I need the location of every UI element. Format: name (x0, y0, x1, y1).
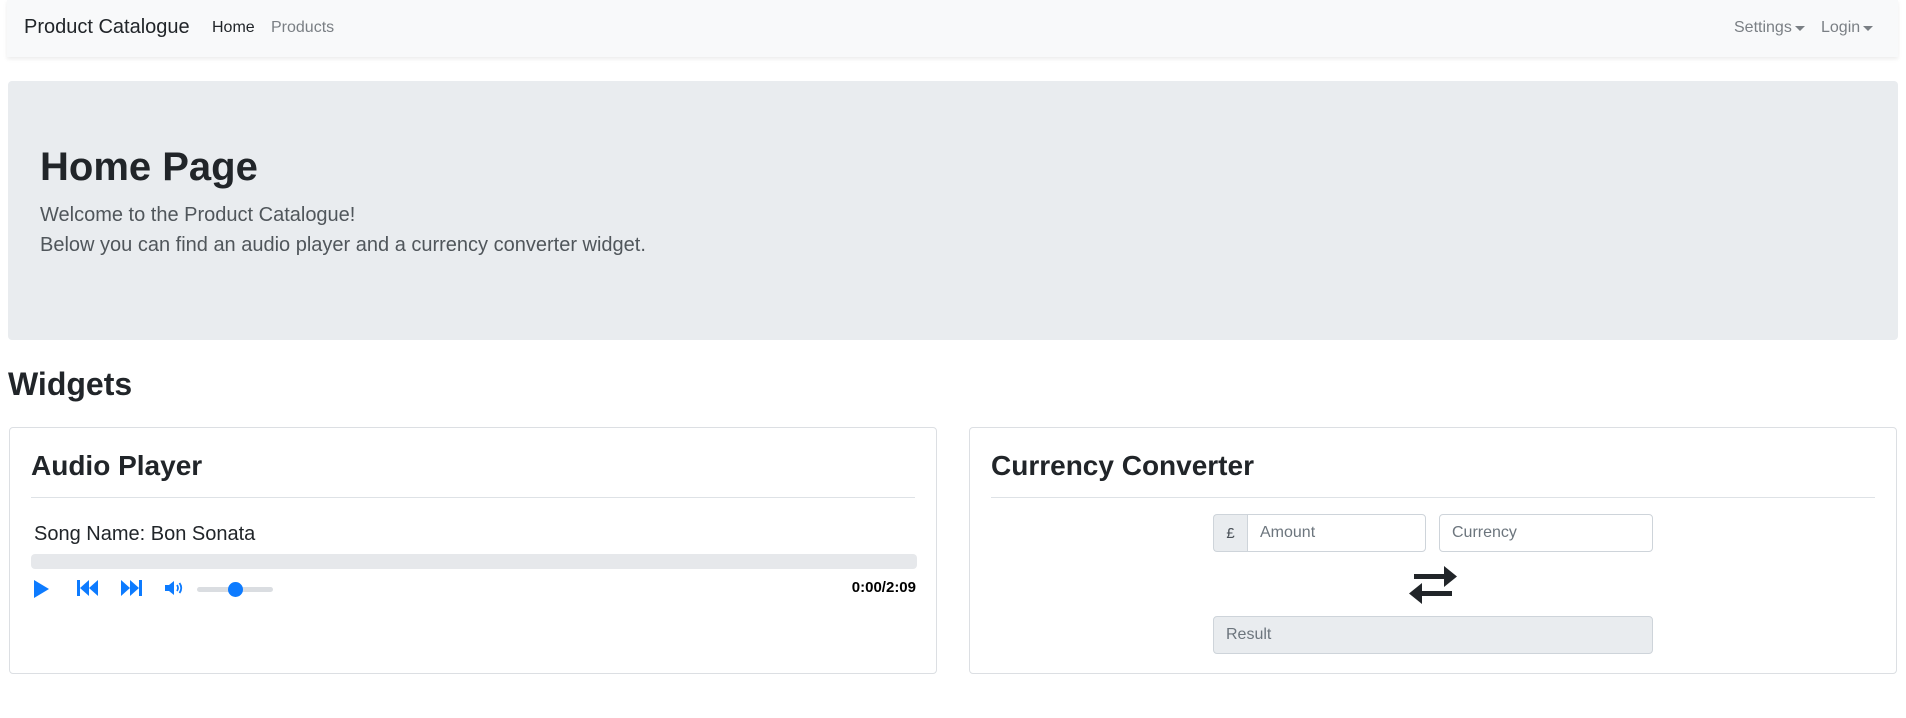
time-display: 0:00/2:09 (851, 579, 916, 596)
currency-converter-title: Currency Converter (991, 450, 1254, 481)
card-divider (991, 497, 1875, 498)
amount-input[interactable] (1247, 514, 1426, 552)
caret-down-icon (1794, 25, 1805, 31)
card-divider (31, 497, 915, 498)
skip-forward-icon[interactable] (119, 578, 143, 603)
page-title: Home Page (40, 145, 258, 189)
result-field (1213, 616, 1653, 654)
currency-input[interactable] (1439, 514, 1653, 552)
audio-player-card: Audio Player Song Name: Bon Sonata 0:00/… (9, 427, 937, 674)
volume-icon[interactable] (164, 578, 186, 603)
play-icon[interactable] (32, 579, 50, 604)
currency-symbol-addon: £ (1213, 514, 1247, 552)
audio-progress-bar[interactable] (31, 554, 917, 569)
settings-dropdown-label: Settings (1734, 19, 1792, 36)
volume-slider[interactable] (197, 582, 273, 597)
navbar: Product Catalogue Home Products Settings… (7, 0, 1898, 57)
login-dropdown[interactable]: Login (1821, 19, 1874, 37)
skip-back-icon[interactable] (76, 578, 100, 603)
swap-arrows-icon[interactable] (1408, 566, 1458, 609)
amount-input-group: £ (1213, 514, 1426, 552)
description-text: Below you can find an audio player and a… (40, 234, 646, 256)
song-name: Song Name: Bon Sonata (34, 523, 256, 545)
volume-slider-thumb[interactable] (228, 582, 243, 597)
caret-down-icon (1863, 25, 1874, 31)
nav-home-link[interactable]: Home (212, 19, 255, 37)
welcome-text: Welcome to the Product Catalogue! (40, 204, 356, 226)
jumbotron: Home Page Welcome to the Product Catalog… (8, 81, 1898, 340)
audio-player-title: Audio Player (31, 450, 203, 481)
currency-converter-card: Currency Converter £ (969, 427, 1897, 674)
nav-products-link[interactable]: Products (271, 19, 334, 37)
widgets-heading: Widgets (8, 366, 133, 402)
brand-link[interactable]: Product Catalogue (24, 16, 190, 39)
settings-dropdown[interactable]: Settings (1734, 19, 1805, 37)
login-dropdown-label: Login (1821, 19, 1861, 36)
